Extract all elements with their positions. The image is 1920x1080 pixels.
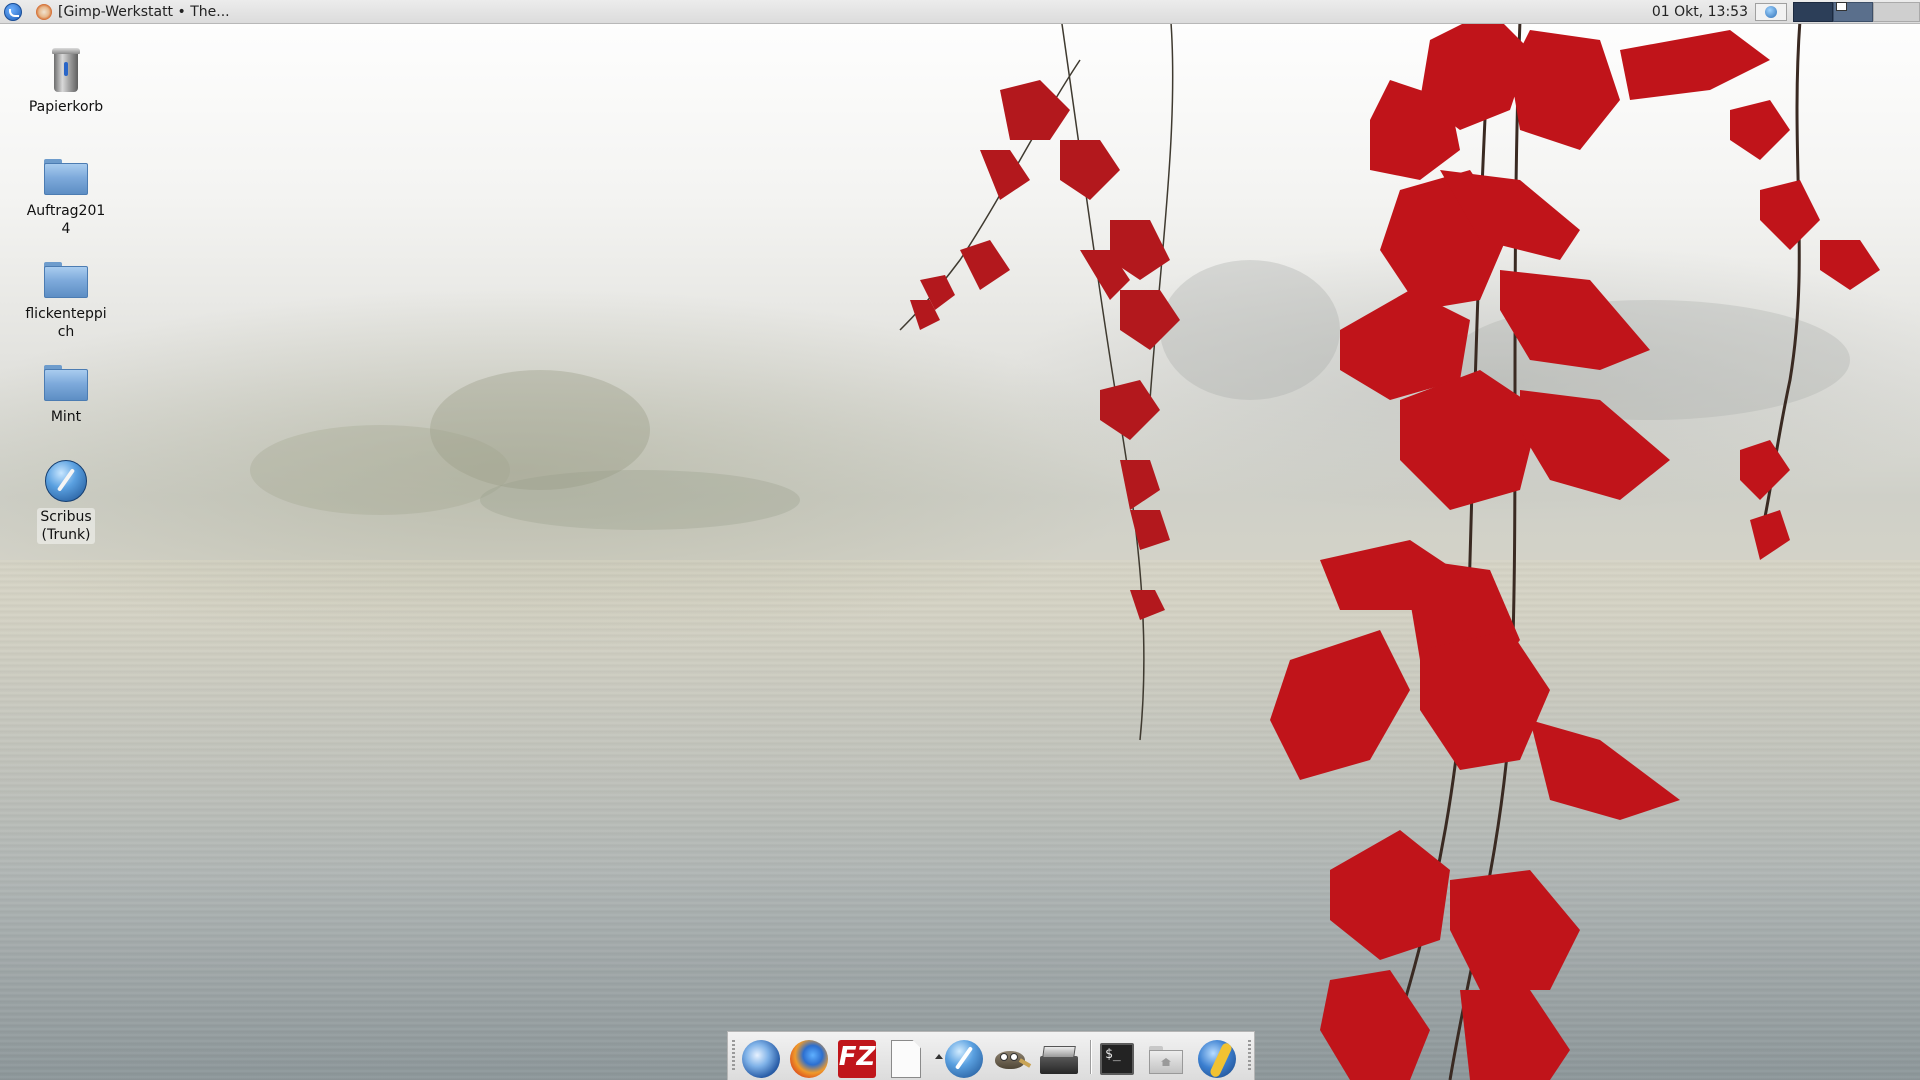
top-panel: [Gimp-Werkstatt • The... 01 Okt, 13:53 [0,0,1920,24]
desktop-icon-auftrag2014[interactable]: Auftrag2014 [24,156,108,238]
folder-icon [42,362,90,402]
desktop-icon-scribus-trunk[interactable]: Scribus (Trunk) [24,460,108,544]
dock-grip-right[interactable] [1248,1040,1251,1072]
browser-icon [36,4,52,20]
dock-launcher-home-folder[interactable] [1146,1039,1186,1079]
dock-launcher-firefox[interactable] [789,1039,829,1079]
filezilla-icon: FZ [838,1040,876,1078]
scanner-icon [1040,1044,1078,1074]
scribus-icon [45,460,87,502]
home-folder-icon [1147,1044,1185,1074]
dock-launcher-web-globe[interactable] [1197,1039,1237,1079]
workspace-3[interactable] [1873,2,1920,22]
desktop-icon-label: Papierkorb [28,99,104,115]
web-globe-icon [1198,1040,1236,1078]
dock-launcher-scanner[interactable] [1039,1039,1079,1079]
workspace-window-thumbnail [1836,2,1847,11]
terminal-icon: $_ [1100,1043,1134,1075]
document-icon [891,1040,921,1078]
desktop-icon-flickenteppich[interactable]: flickenteppich [24,259,108,341]
tray-network-button[interactable] [1755,3,1787,21]
dock-launcher-scribus[interactable] [944,1039,984,1079]
desktop-wallpaper [0,0,1920,1080]
folder-icon [42,259,90,299]
desktop-icon-mint[interactable]: Mint [24,362,108,426]
firefox-icon [790,1040,828,1078]
thunderbird-icon [742,1040,780,1078]
application-dock: FZ $_ [727,1031,1255,1080]
globe-icon [1765,6,1777,18]
dock-separator [1090,1040,1092,1074]
dock-submenu-arrow-icon[interactable] [935,1054,943,1059]
dock-launcher-thunderbird[interactable] [741,1039,781,1079]
dock-launcher-gimp[interactable] [991,1039,1032,1079]
desktop-icon-label: Auftrag2014 [26,203,106,237]
desktop-icon-label: flickenteppich [25,306,107,340]
gimp-icon [991,1043,1032,1075]
taskbar-window-title: [Gimp-Werkstatt • The... [58,4,230,20]
workspace-1[interactable] [1793,2,1833,22]
taskbar-window-button[interactable]: [Gimp-Werkstatt • The... [36,2,236,22]
dock-launcher-document[interactable] [886,1039,926,1079]
application-menu-icon[interactable] [4,3,22,21]
wallpaper-vines [250,9,1880,1080]
dock-launcher-filezilla[interactable]: FZ [837,1039,877,1079]
desktop-icon-label: Scribus (Trunk) [37,508,95,544]
desktop-icon-label: Mint [50,409,82,425]
dock-launcher-terminal[interactable]: $_ [1097,1039,1137,1079]
panel-clock[interactable]: 01 Okt, 13:53 [1640,2,1748,22]
folder-icon [42,156,90,196]
desktop-icon-papierkorb[interactable]: Papierkorb [24,48,108,116]
trash-icon [49,48,83,92]
scribus-icon [945,1040,983,1078]
dock-grip-left[interactable] [732,1040,735,1072]
